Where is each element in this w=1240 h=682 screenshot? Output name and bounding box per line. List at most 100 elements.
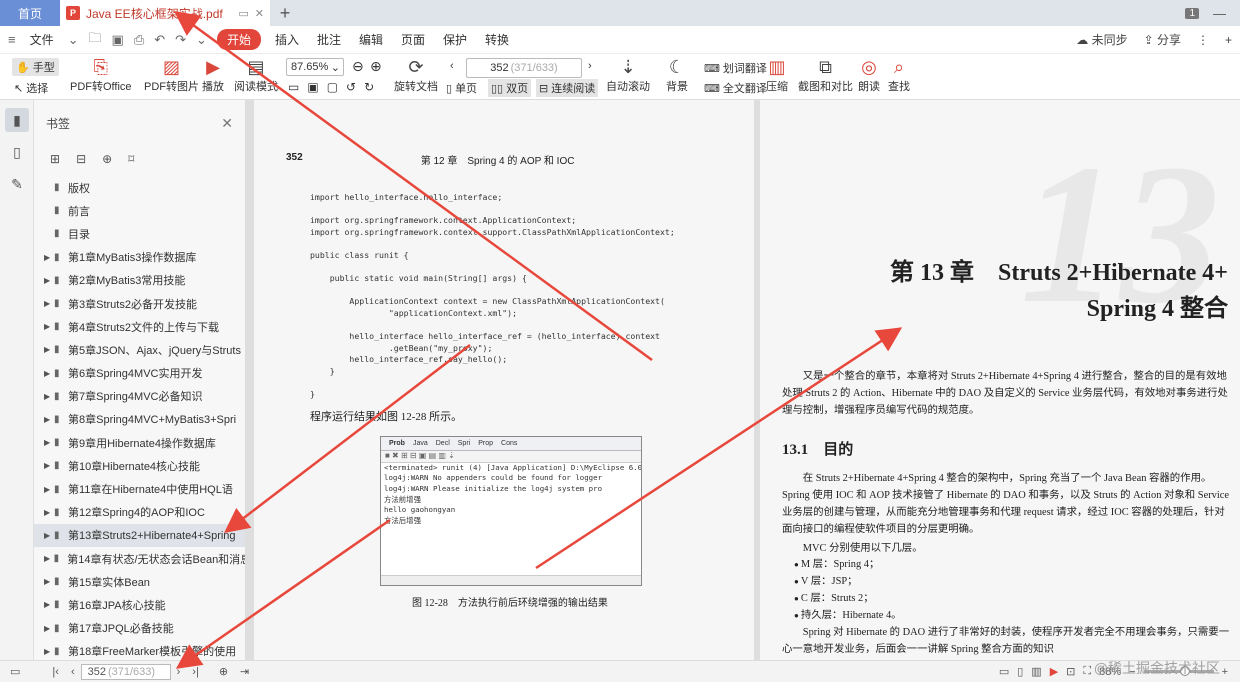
thumbnail-icon[interactable]: ▯ <box>5 140 29 164</box>
actual-size-icon[interactable]: ▢ <box>327 80 338 94</box>
status-page-input[interactable]: 352 (371/633) <box>80 663 171 680</box>
expand-arrow-icon[interactable]: ▶ <box>44 485 54 494</box>
expand-arrow-icon[interactable]: ▶ <box>44 415 54 424</box>
compress-button[interactable]: ▥ 压缩 <box>766 56 788 94</box>
expand-arrow-icon[interactable]: ▶ <box>44 345 54 354</box>
bookmark-icon[interactable]: ⌑ <box>128 152 134 166</box>
close-icon[interactable]: ✕ <box>221 115 233 132</box>
export-icon[interactable]: ⇥ <box>234 665 255 678</box>
menu-start[interactable]: 开始 <box>216 29 261 50</box>
expand-arrow-icon[interactable]: ▶ <box>44 600 54 609</box>
last-page-icon[interactable]: ›| <box>186 666 205 678</box>
zoom-in-button[interactable]: ⊕ <box>370 58 382 75</box>
more-icon[interactable]: ⋮ <box>1197 33 1209 47</box>
expand-arrow-icon[interactable]: ▶ <box>44 531 54 540</box>
next-page-button[interactable]: › <box>588 60 592 72</box>
zoom-in-status-icon[interactable]: + <box>1222 666 1228 678</box>
menu-edit[interactable]: 编辑 <box>355 29 387 50</box>
bookmark-item[interactable]: ▶ ▮ 第8章Spring4MVC+MyBatis3+Spri <box>34 408 245 431</box>
read-aloud-button[interactable]: ◎ 朗读 <box>858 56 880 94</box>
prev-page-icon[interactable]: ‹ <box>65 666 81 678</box>
bookmark-item[interactable]: ▮ 目录 <box>34 222 245 245</box>
bookmark-item[interactable]: ▮ 前言 <box>34 199 245 222</box>
add-bookmark-icon[interactable]: ⊕ <box>102 152 112 166</box>
full-translate-button[interactable]: ⌨ 全文翻译 <box>704 80 767 96</box>
share-button[interactable]: ⇪ 分享 <box>1144 31 1181 48</box>
chevron-down-icon[interactable]: ⌄ <box>68 32 79 48</box>
bookmark-item[interactable]: ▶ ▮ 第11章在Hibernate4中使用HQL语 <box>34 477 245 500</box>
new-tab-button[interactable]: + <box>270 0 300 26</box>
expand-arrow-icon[interactable]: ▶ <box>44 276 54 285</box>
sync-status[interactable]: ☁ 未同步 <box>1076 31 1127 48</box>
background-button[interactable]: ☾ 背景 <box>666 56 688 94</box>
select-tool[interactable]: ↖ 选择 <box>14 80 48 96</box>
undo-icon[interactable]: ↶ <box>154 32 165 48</box>
hand-tool[interactable]: ✋ 手型 <box>12 58 59 76</box>
expand-arrow-icon[interactable]: ▶ <box>44 392 54 401</box>
fit-width-icon[interactable]: ▭ <box>288 80 299 94</box>
expand-arrow-icon[interactable]: ▶ <box>44 647 54 656</box>
more-chevron-icon[interactable]: ⌄ <box>196 32 207 48</box>
view-single-icon[interactable]: ▭ <box>999 665 1009 678</box>
expand-arrow-icon[interactable]: ▶ <box>44 554 54 563</box>
bookmark-item[interactable]: ▶ ▮ 第7章Spring4MVC必备知识 <box>34 385 245 408</box>
read-mode-button[interactable]: ▤ 阅读模式 <box>234 56 278 94</box>
bookmark-item[interactable]: ▶ ▮ 第13章Struts2+Hibernate4+Spring <box>34 523 245 547</box>
first-page-icon[interactable]: |‹ <box>46 666 65 678</box>
expand-icon[interactable]: + <box>1225 33 1232 47</box>
document-tab[interactable]: P Java EE核心框架实战.pdf ▭ ✕ <box>60 0 270 26</box>
next-page-icon[interactable]: › <box>171 666 187 678</box>
pdf-to-office-button[interactable]: ⎘ PDF转Office <box>70 56 132 94</box>
bookmark-item[interactable]: ▶ ▮ 第1章MyBatis3操作数据库 <box>34 246 245 269</box>
continuous-read-button[interactable]: ⊟ 连续阅读 <box>536 79 599 97</box>
rotate-left-icon[interactable]: ↺ <box>346 80 356 94</box>
rotate-document-button[interactable]: ⟳ 旋转文档 <box>394 56 438 94</box>
bookmark-item[interactable]: ▶ ▮ 第4章Struts2文件的上传与下载 <box>34 315 245 338</box>
expand-arrow-icon[interactable]: ▶ <box>44 322 54 331</box>
expand-arrow-icon[interactable]: ▶ <box>44 624 54 633</box>
window-count-badge[interactable]: 1 <box>1185 7 1199 19</box>
hamburger-icon[interactable]: ≡ <box>8 32 16 47</box>
word-translate-button[interactable]: ⌨ 划词翻译 <box>704 60 767 76</box>
double-page-button[interactable]: ▯▯ 双页 <box>488 79 532 97</box>
save-icon[interactable]: ▣ <box>112 32 124 48</box>
bookmark-item[interactable]: ▶ ▮ 第12章Spring4的AOP和IOC <box>34 501 245 524</box>
fit-icon[interactable]: ⊡ <box>1066 665 1075 678</box>
page-number-input[interactable]: 352 (371/633) <box>466 58 582 78</box>
bookmark-item[interactable]: ▶ ▮ 第3章Struts2必备开发技能 <box>34 292 245 315</box>
bookmark-item[interactable]: ▶ ▮ 第6章Spring4MVC实用开发 <box>34 362 245 385</box>
menu-protect[interactable]: 保护 <box>439 29 471 50</box>
annotation-icon[interactable]: ✎ <box>5 172 29 196</box>
redo-icon[interactable]: ↷ <box>175 32 186 48</box>
find-button[interactable]: ⌕ 查找 <box>888 56 910 94</box>
home-tab[interactable]: 首页 <box>0 0 60 26</box>
expand-arrow-icon[interactable]: ▶ <box>44 369 54 378</box>
window-icon[interactable]: ▭ <box>238 7 248 20</box>
menu-page[interactable]: 页面 <box>397 29 429 50</box>
expand-arrow-icon[interactable]: ▶ <box>44 508 54 517</box>
expand-arrow-icon[interactable]: ▶ <box>44 461 54 470</box>
minimize-icon[interactable]: — <box>1213 6 1226 21</box>
close-tab-icon[interactable]: ✕ <box>255 7 264 20</box>
bookmark-item[interactable]: ▶ ▮ 第16章JPA核心技能 <box>34 593 245 616</box>
bookmark-item[interactable]: ▶ ▮ 第9章用Hibernate4操作数据库 <box>34 431 245 454</box>
expand-arrow-icon[interactable]: ▶ <box>44 438 54 447</box>
play-status-icon[interactable]: ▶ <box>1050 665 1058 678</box>
fullscreen-icon[interactable]: ⛶ <box>1083 665 1091 678</box>
play-button[interactable]: ▶ 播放 <box>202 56 224 94</box>
expand-arrow-icon[interactable]: ▶ <box>44 577 54 586</box>
view-double-icon[interactable]: ▯ <box>1017 665 1023 678</box>
fit-page-icon[interactable]: ▣ <box>307 80 318 94</box>
auto-scroll-button[interactable]: ⇣ 自动滚动 <box>606 56 650 94</box>
view-continuous-icon[interactable]: ▥ <box>1031 665 1041 678</box>
menu-annotate[interactable]: 批注 <box>313 29 345 50</box>
document-view[interactable]: 352 第 12 章 Spring 4 的 AOP 和 IOC import h… <box>246 100 1240 660</box>
bookmark-item[interactable]: ▶ ▮ 第14章有状态/无状态会话Bean和消息 <box>34 547 245 570</box>
expand-all-icon[interactable]: ⊞ <box>50 152 60 166</box>
pdf-to-image-button[interactable]: ▨ PDF转图片 <box>144 56 199 94</box>
bookmark-item[interactable]: ▶ ▮ 第5章JSON、Ajax、jQuery与Struts <box>34 338 245 361</box>
menu-insert[interactable]: 插入 <box>271 29 303 50</box>
add-page-icon[interactable]: ⊕ <box>213 665 234 678</box>
single-page-button[interactable]: ▯ 单页 <box>446 80 477 96</box>
expand-arrow-icon[interactable]: ▶ <box>44 253 54 262</box>
